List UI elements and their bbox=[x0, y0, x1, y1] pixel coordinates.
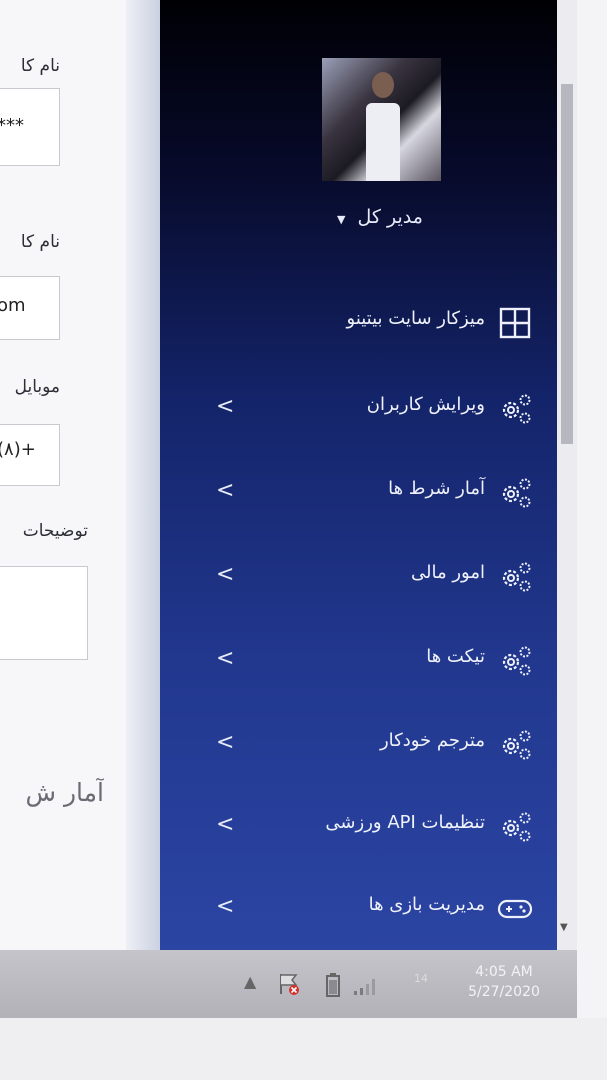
action-center-flag-icon[interactable] bbox=[276, 972, 302, 996]
clock-date: 5/27/2020 bbox=[468, 984, 540, 1000]
sidebar-item-finance[interactable]: < امور مالی bbox=[160, 548, 557, 608]
screen-bezel bbox=[577, 0, 607, 1080]
user-menu[interactable]: مدیر کل ▼ bbox=[320, 206, 440, 228]
monitor-frame-bottom bbox=[0, 1018, 607, 1080]
sidebar-item-label: ویرایش کاربران bbox=[366, 394, 485, 415]
chevron-left-icon: < bbox=[216, 894, 235, 919]
gears-icon bbox=[502, 730, 531, 760]
scroll-down-arrow-icon[interactable]: ▼ bbox=[560, 922, 568, 933]
sidebar-item-label: مترجم خودکار bbox=[379, 730, 485, 751]
gears-icon bbox=[502, 562, 531, 592]
gears-icon bbox=[502, 394, 531, 424]
dashboard-grid-icon bbox=[499, 307, 531, 339]
caret-down-icon: ▼ bbox=[337, 213, 346, 226]
gears-icon bbox=[502, 478, 531, 508]
sidebar-item-sports-api[interactable]: < تنظیمات API ورزشی bbox=[160, 798, 557, 858]
sidebar-item-dashboard[interactable]: میزکار سایت بیتینو bbox=[160, 294, 557, 354]
sidebar-item-tickets[interactable]: < تیکت ها bbox=[160, 632, 557, 692]
description-field[interactable] bbox=[0, 566, 88, 660]
avatar[interactable] bbox=[322, 58, 441, 181]
gamepad-icon bbox=[497, 899, 533, 919]
scrollbar-thumb[interactable] bbox=[561, 84, 573, 444]
field-label-mobile: موبایل bbox=[14, 377, 60, 397]
chevron-left-icon: < bbox=[216, 394, 235, 419]
chevron-left-icon: < bbox=[216, 646, 235, 671]
chevron-left-icon: < bbox=[216, 478, 235, 503]
sidebar-item-label: تنظیمات API ورزشی bbox=[325, 812, 485, 833]
sidebar-item-edit-users[interactable]: < ویرایش کاربران bbox=[160, 380, 557, 440]
tray-expand-arrow-icon[interactable]: ▲ bbox=[244, 972, 256, 991]
clock-time: 4:05 AM bbox=[475, 964, 533, 980]
field-label-username: نام کا bbox=[20, 56, 60, 76]
field-label-name2: نام کا bbox=[20, 232, 60, 252]
username-value: *** bbox=[0, 115, 24, 136]
email-field[interactable]: om bbox=[0, 276, 60, 340]
section-title: آمار ش bbox=[25, 778, 105, 807]
chevron-left-icon: < bbox=[216, 730, 235, 755]
sidebar-item-label: آمار شرط ها bbox=[388, 478, 485, 499]
battery-icon[interactable] bbox=[324, 972, 342, 998]
sidebar-item-label: امور مالی bbox=[411, 562, 485, 583]
form-panel-edge bbox=[126, 0, 160, 950]
sidebar-item-games[interactable]: < مدیریت بازی ها bbox=[160, 880, 557, 940]
chevron-left-icon: < bbox=[216, 812, 235, 837]
taskbar: ▲ 14 4:05 AM 5/27/2020 bbox=[0, 950, 577, 1018]
mobile-value: (۸)+ bbox=[0, 439, 36, 460]
signal-icon[interactable] bbox=[352, 976, 380, 996]
sidebar: مدیر کل ▼ میزکار سایت بیتینو < ویرایش کا… bbox=[160, 0, 557, 950]
gears-icon bbox=[502, 812, 531, 842]
sidebar-item-bet-stats[interactable]: < آمار شرط ها bbox=[160, 464, 557, 524]
scrollbar[interactable]: ▼ bbox=[557, 0, 577, 950]
username-field[interactable]: *** bbox=[0, 88, 60, 166]
gears-icon bbox=[502, 646, 531, 676]
user-name: مدیر کل bbox=[357, 206, 423, 228]
form-panel: نام کا *** نام کا om موبایل (۸)+ توضیحات… bbox=[0, 0, 160, 950]
email-value: om bbox=[0, 295, 26, 316]
chevron-left-icon: < bbox=[216, 562, 235, 587]
sidebar-item-label: میزکار سایت بیتینو bbox=[346, 308, 485, 329]
mobile-field[interactable]: (۸)+ bbox=[0, 424, 60, 486]
sidebar-item-label: تیکت ها bbox=[426, 646, 485, 667]
sidebar-item-auto-translator[interactable]: < مترجم خودکار bbox=[160, 716, 557, 776]
field-label-description: توضیحات bbox=[22, 521, 88, 541]
sidebar-item-label: مدیریت بازی ها bbox=[368, 894, 485, 915]
taskbar-clock[interactable]: 4:05 AM 5/27/2020 bbox=[462, 962, 546, 1002]
tray-number[interactable]: 14 bbox=[414, 972, 428, 985]
